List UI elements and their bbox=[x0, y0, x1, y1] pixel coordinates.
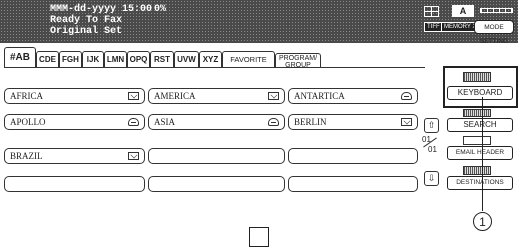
entry-label: AMERICA bbox=[154, 91, 196, 101]
arrow-up-icon: ⇧ bbox=[427, 120, 436, 130]
entry-label: APOLLO bbox=[10, 117, 46, 127]
tab-program-group[interactable]: PROGRAM/ GROUP bbox=[275, 53, 321, 69]
entry-asia[interactable]: ASIA bbox=[148, 114, 285, 130]
scroll-up-button[interactable]: ⇧ bbox=[424, 118, 439, 133]
entry-america[interactable]: AMERICA bbox=[148, 88, 285, 104]
entry-brazil[interactable]: BRAZIL bbox=[4, 148, 145, 164]
tab-rst[interactable]: RST bbox=[150, 51, 174, 67]
page-total: 01 bbox=[428, 145, 437, 154]
phone-icon bbox=[128, 118, 139, 126]
fax-screen: MMM-dd-yyyy 15:00 Ready To Fax Original … bbox=[0, 0, 518, 196]
status-time: 15:00 bbox=[122, 4, 153, 15]
search-button[interactable]: SEARCH bbox=[447, 118, 513, 132]
envelope-icon bbox=[128, 152, 139, 160]
callout-leader-line bbox=[482, 97, 483, 211]
paper-size-indicator: A bbox=[452, 5, 474, 17]
tab-lmn[interactable]: LMN bbox=[104, 51, 127, 67]
entry-label: ANTARTICA bbox=[294, 91, 345, 101]
entry-label: BERLIN bbox=[294, 117, 327, 127]
entry-africa[interactable]: AFRICA bbox=[4, 88, 145, 104]
entry-apollo[interactable]: APOLLO bbox=[4, 114, 145, 130]
scroll-down-button[interactable]: ⇩ bbox=[424, 171, 439, 186]
tab-panel-divider bbox=[4, 67, 425, 68]
envelope-icon bbox=[401, 118, 412, 126]
blank-square bbox=[249, 227, 269, 247]
tab-ijk[interactable]: IJK bbox=[82, 51, 104, 67]
tab-opq[interactable]: OPQ bbox=[127, 51, 150, 67]
status-ready: Ready To Fax bbox=[50, 15, 123, 26]
phone-icon bbox=[401, 92, 412, 100]
tab-fgh[interactable]: FGH bbox=[59, 51, 82, 67]
entry-label: BRAZIL bbox=[10, 151, 43, 161]
keyboard-button[interactable]: KEYBOARD bbox=[447, 86, 513, 100]
callout-number: 1 bbox=[473, 212, 492, 231]
envelope-icon bbox=[128, 92, 139, 100]
destinations-button[interactable]: DESTINATIONS bbox=[447, 176, 513, 190]
entry-empty[interactable] bbox=[148, 148, 285, 164]
tab-favorite[interactable]: FAVORITE bbox=[222, 51, 275, 67]
mode-setting-button[interactable]: MODE SETTING bbox=[474, 20, 514, 45]
entry-antartica[interactable]: ANTARTICA bbox=[288, 88, 418, 104]
status-date: MMM-dd-yyyy bbox=[50, 4, 117, 15]
entry-label: AFRICA bbox=[10, 91, 44, 101]
search-tab-icon bbox=[463, 109, 491, 117]
entry-empty[interactable] bbox=[148, 176, 285, 192]
keyboard-icon bbox=[463, 72, 491, 82]
contrast-scale-icon bbox=[480, 8, 513, 13]
destinations-tab-icon bbox=[463, 166, 491, 175]
phone-icon bbox=[268, 118, 279, 126]
email-icon bbox=[463, 136, 491, 145]
entry-empty[interactable] bbox=[4, 176, 145, 192]
entry-empty[interactable] bbox=[288, 148, 418, 164]
tab-uvw[interactable]: UVW bbox=[174, 51, 199, 67]
tab-ab[interactable]: #AB bbox=[4, 47, 36, 68]
email-header-button[interactable]: EMAIL HEADER bbox=[447, 146, 513, 160]
entry-label: ASIA bbox=[154, 117, 176, 127]
memory-percent: 0% bbox=[154, 4, 167, 15]
status-bar: MMM-dd-yyyy 15:00 Ready To Fax Original … bbox=[0, 0, 518, 45]
envelope-icon bbox=[268, 92, 279, 100]
arrow-down-icon: ⇩ bbox=[427, 173, 436, 183]
tiff-badge: TIFF bbox=[424, 22, 443, 32]
entry-berlin[interactable]: BERLIN bbox=[288, 114, 418, 130]
status-text: MMM-dd-yyyy 15:00 Ready To Fax Original … bbox=[50, 4, 152, 37]
entry-empty[interactable] bbox=[288, 176, 418, 192]
tab-xyz[interactable]: XYZ bbox=[199, 51, 222, 67]
layout-grid-icon bbox=[424, 6, 439, 17]
tab-cde[interactable]: CDE bbox=[36, 51, 59, 67]
status-original: Original Set bbox=[50, 26, 123, 37]
